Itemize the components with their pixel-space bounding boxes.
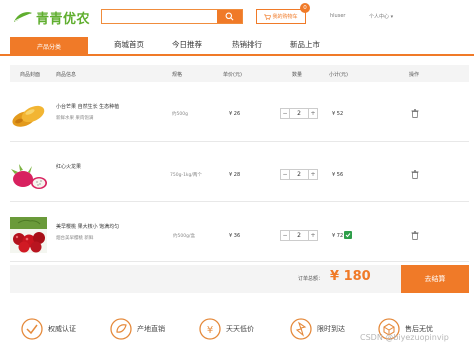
product-name[interactable]: 小台芒果 自然生长 生态种植 <box>56 103 119 110</box>
dragon-fruit-image[interactable] <box>10 157 47 193</box>
quantity-stepper: − 2 + <box>280 169 318 180</box>
product-name[interactable]: 红心火龙果 <box>56 163 81 170</box>
cart-count-badge: 0 <box>300 3 310 13</box>
quantity-stepper: − 2 + <box>280 108 318 119</box>
product-price: ¥ 26 <box>229 111 241 117</box>
nav-item-hot[interactable]: 热销排行 <box>232 39 262 50</box>
cart-table-header: 商品封面 商品信息 规格 单价(元) 数量 小计(元) 操作 <box>10 65 469 82</box>
col-cover: 商品封面 <box>20 72 41 78</box>
increase-button[interactable]: + <box>308 108 318 119</box>
decrease-button[interactable]: − <box>280 230 290 241</box>
trash-icon[interactable] <box>411 170 419 179</box>
brand-logo[interactable]: 青青优农 <box>12 6 92 28</box>
search-button[interactable] <box>217 10 242 23</box>
col-spec: 规格 <box>172 72 183 78</box>
refresh-badge-icon <box>344 231 352 239</box>
service-delivery: 限时到达 <box>290 318 345 340</box>
service-label: 产地直销 <box>137 325 165 333</box>
product-spec: 750g-1kg/两个 <box>170 173 202 178</box>
brand-name: 青青优农 <box>36 11 91 27</box>
user-name-link[interactable]: hluser <box>330 13 345 19</box>
trash-icon[interactable] <box>411 109 419 118</box>
origin-icon <box>110 318 132 340</box>
product-name[interactable]: 美早樱桃 果大核小 饱满均匀 <box>56 223 119 230</box>
product-subtotal: ¥ 56 <box>332 172 344 178</box>
col-qty: 数量 <box>292 72 303 78</box>
service-label: 权威认证 <box>48 325 76 333</box>
product-subtitle: 新鲜水果 果肉饱满 <box>56 116 94 121</box>
product-spec: 约500g <box>172 112 188 117</box>
search-icon <box>225 12 234 21</box>
cart-icon <box>264 14 272 20</box>
search-input[interactable] <box>102 10 217 23</box>
cherry-image[interactable] <box>10 217 47 253</box>
total-label: 订单总额： <box>298 276 324 282</box>
cart-row: 红心火龙果 750g-1kg/两个 ¥ 28 − 2 + ¥ 56 <box>10 147 469 202</box>
trash-icon[interactable] <box>411 231 419 240</box>
product-spec: 约500g/盒 <box>173 234 195 239</box>
service-label: 限时到达 <box>317 325 345 333</box>
order-summary-bar: 订单总额： ¥ 180 去结算 <box>10 265 469 293</box>
certified-icon <box>21 318 43 340</box>
svg-text:¥: ¥ <box>207 325 213 336</box>
user-center-menu[interactable]: 个人中心 ▾ <box>369 13 393 20</box>
quantity-input[interactable]: 2 <box>290 169 308 180</box>
increase-button[interactable]: + <box>308 169 318 180</box>
total-value: ¥ 180 <box>330 269 371 284</box>
price-icon: ¥ <box>199 318 221 340</box>
quantity-input[interactable]: 2 <box>290 230 308 241</box>
nav-item-recommend[interactable]: 今日推荐 <box>172 39 202 50</box>
main-nav: 产品分类 商城首页 今日推荐 热销排行 新品上市 <box>0 34 474 56</box>
service-label: 天天低价 <box>226 325 254 333</box>
col-price: 单价(元) <box>223 72 242 78</box>
product-price: ¥ 36 <box>229 233 241 239</box>
delivery-icon <box>290 318 312 340</box>
quantity-input[interactable]: 2 <box>290 108 308 119</box>
cart-row: 小台芒果 自然生长 生态种植 新鲜水果 果肉饱满 约500g ¥ 26 − 2 … <box>10 87 469 142</box>
mango-image[interactable] <box>10 97 47 133</box>
service-certified: 权威认证 <box>21 318 76 340</box>
product-subtitle: 烟台美早樱桃 新鲜 <box>56 236 94 241</box>
nav-item-new[interactable]: 新品上市 <box>290 39 320 50</box>
product-subtotal: ¥ 52 <box>332 111 344 117</box>
col-action: 操作 <box>409 72 420 78</box>
service-origin: 产地直销 <box>110 318 165 340</box>
quantity-stepper: − 2 + <box>280 230 318 241</box>
nav-item-home[interactable]: 商城首页 <box>114 39 144 50</box>
cart-button[interactable]: 我的购物车 <box>256 9 306 24</box>
leaf-logo-icon <box>14 12 32 22</box>
product-subtotal: ¥ 72 <box>332 233 344 239</box>
search-box <box>101 9 243 24</box>
decrease-button[interactable]: − <box>280 169 290 180</box>
col-info: 商品信息 <box>56 72 77 78</box>
decrease-button[interactable]: − <box>280 108 290 119</box>
category-menu-button[interactable]: 产品分类 <box>10 37 88 56</box>
increase-button[interactable]: + <box>308 230 318 241</box>
checkout-button[interactable]: 去结算 <box>401 265 469 293</box>
product-price: ¥ 28 <box>229 172 241 178</box>
cart-label: 我的购物车 <box>272 14 298 20</box>
service-price: ¥ 天天低价 <box>199 318 254 340</box>
watermark: CSDN @biyezuopinvip <box>360 333 449 342</box>
col-subtotal: 小计(元) <box>329 72 348 78</box>
cart-row: 美早樱桃 果大核小 饱满均匀 烟台美早樱桃 新鲜 约500g/盒 ¥ 36 − … <box>10 207 469 262</box>
